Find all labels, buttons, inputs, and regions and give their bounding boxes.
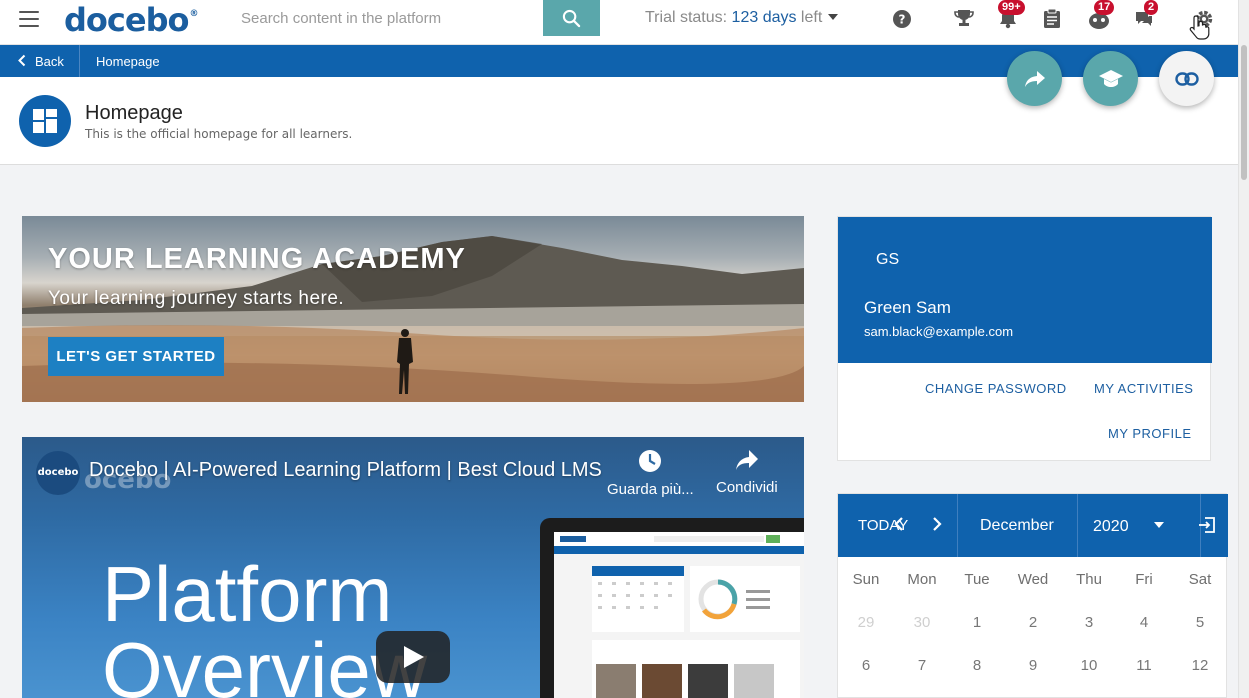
- user-name: Green Sam: [864, 298, 951, 317]
- share-arrow-icon: [1024, 70, 1045, 87]
- calendar-week-row: 29 30 1 2 3 4 5: [838, 600, 1228, 643]
- scrollbar-thumb[interactable]: [1241, 45, 1247, 180]
- messages-icon[interactable]: 2: [1134, 0, 1159, 32]
- trophy-icon[interactable]: [953, 8, 977, 32]
- year-dropdown-caret-icon[interactable]: [1154, 522, 1164, 528]
- calendar-day[interactable]: 6: [838, 657, 894, 674]
- share-video-button[interactable]: Condividi: [716, 449, 778, 496]
- trial-status-dropdown[interactable]: Trial status: 123 days left: [645, 9, 839, 27]
- profile-header: GS Green Sam sam.black@example.com: [838, 217, 1212, 363]
- page-scrollbar[interactable]: [1238, 0, 1249, 698]
- banner-subtitle: Your learning journey starts here.: [48, 288, 345, 309]
- hand-pointer-cursor-icon: [1189, 15, 1210, 40]
- user-profile-card: GS Green Sam sam.black@example.com CHANG…: [837, 216, 1212, 461]
- play-icon: [404, 646, 424, 668]
- calendar-day[interactable]: 11: [1116, 657, 1172, 674]
- calendar-widget: TODAY December 2020 Sun Mon Tue Wed Thu …: [837, 493, 1228, 698]
- calendar-day[interactable]: 7: [894, 657, 950, 674]
- breadcrumb-current: Homepage: [96, 54, 160, 69]
- calendar-day[interactable]: 8: [949, 657, 1005, 674]
- play-button[interactable]: [376, 631, 450, 683]
- calendar-month[interactable]: December: [980, 517, 1054, 535]
- my-profile-link[interactable]: MY PROFILE: [1108, 426, 1192, 441]
- avatar-initials[interactable]: GS: [876, 251, 899, 269]
- weekday-label: Fri: [1135, 571, 1153, 588]
- watch-later-label: Guarda più...: [607, 481, 694, 498]
- channel-avatar[interactable]: docebo: [36, 451, 80, 495]
- share-video-label: Condividi: [716, 479, 778, 496]
- docebo-logo[interactable]: docebo®: [64, 1, 198, 39]
- weekday-label: Sun: [852, 571, 880, 588]
- weekday-row: Sun Mon Tue Wed Thu Fri Sat: [838, 557, 1228, 600]
- chevron-left-icon: [18, 54, 26, 67]
- link-icon: [1174, 71, 1199, 86]
- catalog-fab-button[interactable]: [1083, 51, 1138, 106]
- academy-banner: YOUR LEARNING ACADEMY Your learning jour…: [22, 216, 804, 402]
- trial-prefix: Trial status:: [645, 9, 732, 26]
- hiker-silhouette-image: [397, 329, 413, 394]
- calendar-day[interactable]: 9: [1005, 657, 1061, 674]
- calendar-day[interactable]: 10: [1061, 657, 1117, 674]
- logo-registered-mark: ®: [189, 9, 198, 19]
- calendar-day[interactable]: 5: [1172, 614, 1228, 631]
- graduation-cap-icon: [1098, 69, 1123, 87]
- share-arrow-icon: [735, 450, 758, 470]
- caret-down-icon: [828, 14, 839, 20]
- page-subtitle: This is the official homepage for all le…: [85, 127, 353, 141]
- trial-days: 123 days: [731, 9, 797, 26]
- open-calendar-icon[interactable]: [1198, 516, 1216, 534]
- back-label: Back: [35, 54, 64, 69]
- notifications-badge: 99+: [998, 0, 1025, 15]
- logo-text: docebo: [64, 1, 189, 39]
- clipboard-icon[interactable]: [1043, 8, 1067, 32]
- menu-icon[interactable]: [19, 11, 39, 27]
- calendar-day[interactable]: 29: [838, 614, 894, 631]
- gamification-icon[interactable]: 17: [1088, 0, 1115, 32]
- clock-icon: [639, 450, 662, 472]
- video-title[interactable]: Docebo | AI-Powered Learning Platform | …: [89, 459, 602, 482]
- calendar-day[interactable]: 4: [1116, 614, 1172, 631]
- weekday-label: Wed: [1017, 571, 1049, 588]
- weekday-label: Thu: [1076, 571, 1102, 588]
- chevron-right-icon[interactable]: [932, 516, 942, 532]
- change-password-link[interactable]: CHANGE PASSWORD: [925, 381, 1067, 396]
- notifications-bell-icon[interactable]: 99+: [998, 0, 1025, 32]
- svg-text:?: ?: [899, 13, 906, 27]
- weekday-label: Sat: [1188, 571, 1212, 588]
- search-icon: [562, 9, 581, 28]
- calendar-day[interactable]: 30: [894, 614, 950, 631]
- calendar-year[interactable]: 2020: [1093, 518, 1129, 536]
- calendar-week-row: 6 7 8 9 10 11 12: [838, 643, 1228, 686]
- back-button[interactable]: Back: [0, 45, 80, 77]
- weekday-label: Mon: [907, 571, 937, 588]
- user-email: sam.black@example.com: [864, 324, 1014, 339]
- calendar-day[interactable]: 1: [949, 614, 1005, 631]
- help-icon[interactable]: ?: [891, 8, 915, 32]
- calendar-day[interactable]: 3: [1061, 614, 1117, 631]
- search-input[interactable]: [226, 1, 544, 36]
- top-bar: docebo® Trial status: 123 days left ? 99…: [0, 0, 1238, 45]
- share-fab-button[interactable]: [1007, 51, 1062, 106]
- my-activities-link[interactable]: MY ACTIVITIES: [1094, 381, 1193, 396]
- video-headline-line1: Platform: [102, 550, 393, 638]
- youtube-video-player[interactable]: ocebo docebo Docebo | AI-Powered Learnin…: [22, 437, 804, 698]
- watch-later-button[interactable]: Guarda più...: [607, 449, 694, 498]
- banner-title: YOUR LEARNING ACADEMY: [48, 243, 466, 275]
- calendar-day[interactable]: 2: [1005, 614, 1061, 631]
- trial-suffix: left: [796, 9, 823, 26]
- copy-link-fab-button[interactable]: [1159, 51, 1214, 106]
- dashboard-tiles-icon: [19, 95, 71, 147]
- calendar-day[interactable]: 12: [1172, 657, 1228, 674]
- weekday-label: Tue: [964, 571, 990, 588]
- chevron-left-icon[interactable]: [894, 516, 904, 532]
- calendar-grid: Sun Mon Tue Wed Thu Fri Sat 29 30 1 2 3 …: [838, 557, 1228, 686]
- messages-badge: 2: [1144, 0, 1159, 15]
- calendar-header: TODAY December 2020: [838, 494, 1228, 557]
- get-started-button[interactable]: LET'S GET STARTED: [48, 337, 224, 376]
- laptop-mockup-image: [540, 518, 804, 698]
- search-button[interactable]: [543, 0, 600, 36]
- gamification-badge: 17: [1094, 0, 1115, 15]
- page-title: Homepage: [85, 102, 183, 124]
